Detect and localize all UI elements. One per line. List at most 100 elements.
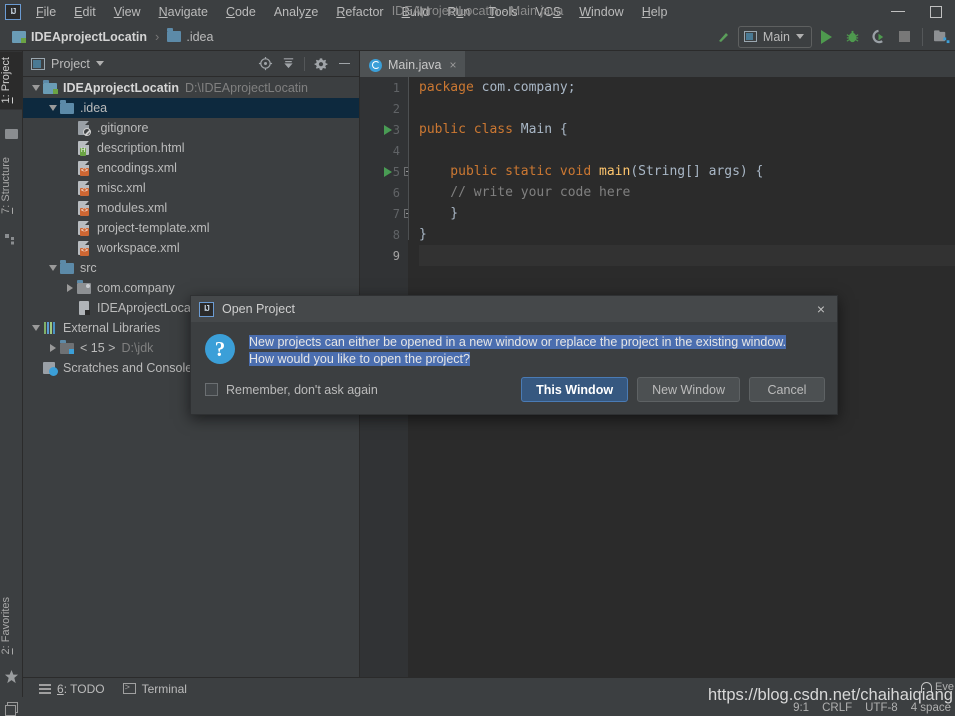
code-line[interactable]: // write your code here — [419, 182, 955, 203]
close-icon[interactable]: × — [450, 58, 457, 72]
star-icon — [4, 669, 19, 684]
event-log-button[interactable]: Eve — [921, 681, 954, 693]
debug-button[interactable] — [840, 25, 864, 49]
gutter-line[interactable]: 4 — [360, 140, 408, 161]
caret-position[interactable]: 9:1 — [793, 702, 809, 714]
sidebar-item-project[interactable]: 1: Project — [0, 51, 23, 110]
tree-row[interactable]: IDEAprojectLocatin D:\IDEAprojectLocatin — [23, 78, 359, 98]
chevron-down-icon — [48, 105, 57, 111]
tree-row[interactable]: .gitignore — [23, 118, 359, 138]
close-icon[interactable]: × — [811, 299, 831, 319]
code-line[interactable]: package com.company; — [419, 77, 955, 98]
project-icon — [31, 57, 45, 70]
sidebar-item-structure[interactable]: 7: Structure — [0, 151, 23, 220]
minimize-button[interactable] — [879, 0, 917, 23]
new-window-button[interactable]: New Window — [637, 377, 740, 402]
tree-row[interactable]: Hdescription.html — [23, 138, 359, 158]
build-button[interactable] — [712, 25, 736, 49]
menu-item-help[interactable]: Help — [633, 2, 677, 22]
gutter-line[interactable]: 8 — [360, 224, 408, 245]
menu-item-window[interactable]: Window — [570, 2, 632, 22]
intellij-logo-icon: IJ — [199, 301, 214, 317]
tree-expander[interactable] — [46, 105, 59, 111]
menu-item-tools[interactable]: Tools — [479, 2, 526, 22]
cancel-button[interactable]: Cancel — [749, 377, 825, 402]
tree-expander[interactable] — [29, 325, 42, 331]
menu-item-navigate[interactable]: Navigate — [150, 2, 217, 22]
menu-item-build[interactable]: Build — [393, 2, 439, 22]
hide-panel-button[interactable] — [333, 53, 355, 75]
gutter-line[interactable]: 3 — [360, 119, 408, 140]
run-gutter-icon[interactable] — [384, 124, 392, 135]
gutter-line[interactable]: 7 — [360, 203, 413, 224]
tree-expander[interactable] — [46, 265, 59, 271]
menu-item-run[interactable]: Run — [438, 2, 479, 22]
line-separator[interactable]: CRLF — [822, 702, 852, 714]
split-window-icon[interactable] — [5, 702, 18, 716]
tree-row[interactable]: .idea — [23, 98, 359, 118]
breadcrumb-item-idea[interactable]: .idea — [163, 28, 217, 46]
tool-window-label: : Project — [0, 57, 12, 98]
breadcrumb-label: .idea — [186, 29, 214, 44]
maximize-button[interactable] — [917, 0, 955, 23]
tree-row[interactable]: <> project-template.xml — [23, 218, 359, 238]
locate-file-button[interactable] — [254, 53, 276, 75]
tree-row[interactable]: <> misc.xml — [23, 178, 359, 198]
menu-item-edit[interactable]: Edit — [65, 2, 105, 22]
project-panel-title[interactable]: Project — [31, 57, 104, 71]
file-encoding[interactable]: UTF-8 — [865, 702, 898, 714]
code-line[interactable]: } — [419, 203, 955, 224]
run-configuration-selector[interactable]: Main — [737, 25, 812, 48]
breadcrumb-item-project[interactable]: IDEAprojectLocatin — [8, 28, 151, 46]
settings-button[interactable] — [310, 53, 332, 75]
gutter-line[interactable]: 5 — [360, 161, 413, 182]
code-line[interactable] — [419, 245, 955, 266]
gutter-line[interactable]: 1 — [360, 77, 408, 98]
code-line[interactable]: } — [419, 224, 955, 245]
gutter-line[interactable]: 9 — [360, 245, 408, 266]
menu-item-refactor[interactable]: Refactor — [327, 2, 392, 22]
stop-button[interactable] — [892, 25, 916, 49]
tree-expander[interactable] — [63, 284, 76, 292]
code-line[interactable] — [419, 140, 955, 161]
run-with-coverage-button[interactable] — [866, 25, 890, 49]
run-gutter-icon[interactable] — [384, 166, 392, 177]
remember-checkbox[interactable] — [205, 383, 218, 396]
run-button[interactable] — [814, 25, 838, 49]
project-panel-label: Project — [51, 56, 90, 71]
tree-row[interactable]: <> workspace.xml — [23, 238, 359, 258]
remember-checkbox-row[interactable]: Remember, don't ask again — [205, 383, 378, 397]
sidebar-item-favorites[interactable]: 2: Favorites — [0, 591, 23, 660]
window-controls — [879, 0, 955, 23]
tree-row-label: External Libraries — [63, 321, 161, 335]
collapse-all-button[interactable] — [277, 53, 299, 75]
tree-row[interactable]: src — [23, 258, 359, 278]
menu-item-vcs[interactable]: VCS — [527, 2, 571, 22]
play-icon — [820, 29, 832, 44]
project-panel-header: Project — [23, 51, 359, 77]
tree-expander[interactable] — [46, 344, 59, 352]
indent-setting[interactable]: 4 space — [911, 702, 951, 714]
project-structure-button[interactable] — [929, 25, 953, 49]
gutter-line[interactable]: 2 — [360, 98, 408, 119]
menu-item-code[interactable]: Code — [217, 2, 265, 22]
tree-expander[interactable] — [29, 85, 42, 91]
tree-row-label: .idea — [80, 101, 108, 115]
bottom-item-todo[interactable]: 6: TODO — [39, 682, 105, 696]
this-window-button[interactable]: This Window — [521, 377, 629, 402]
code-line[interactable]: public class Main { — [419, 119, 955, 140]
tree-row[interactable]: <> encodings.xml — [23, 158, 359, 178]
line-number: 3 — [392, 122, 400, 137]
menu-item-file[interactable]: File — [27, 2, 65, 22]
run-toolbar: Main — [712, 25, 955, 49]
menu-item-view[interactable]: View — [105, 2, 150, 22]
code-line[interactable]: public static void main(String[] args) { — [419, 161, 955, 182]
bottom-item-terminal[interactable]: Terminal — [122, 682, 187, 696]
code-line[interactable] — [419, 98, 955, 119]
folder-icon — [167, 28, 182, 42]
editor-tab-main-java[interactable]: Main.java × — [360, 51, 465, 77]
menu-item-analyze[interactable]: Analyze — [265, 2, 327, 22]
gutter-line[interactable]: 6 — [360, 182, 408, 203]
tree-row[interactable]: <> modules.xml — [23, 198, 359, 218]
code-token: public class — [419, 122, 521, 137]
